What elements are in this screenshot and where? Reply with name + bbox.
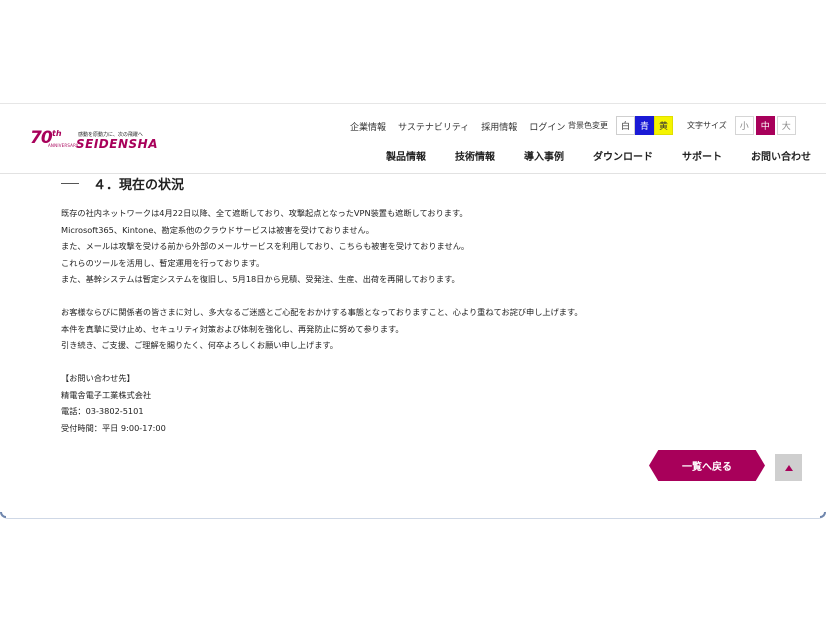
top-link-recruit[interactable]: 採用情報: [481, 120, 517, 133]
contact-phone: 電話：03-3802-5101: [61, 406, 144, 416]
site-header: 70 th ANNIVERSARY 感動を原動力に、次の飛躍へ SEIDENSH…: [0, 104, 826, 174]
contact-info: 【お問い合わせ先】 精電舎電子工業株式会社 電話：03-3802-5101 受付…: [61, 370, 166, 436]
bg-color-blue-button[interactable]: 青: [635, 116, 654, 135]
top-links: 企業情報 サステナビリティ 採用情報 ログイン: [350, 120, 565, 133]
logo-anniversary: ANNIVERSARY: [48, 143, 79, 148]
logo-th: th: [52, 129, 62, 138]
nav-download[interactable]: ダウンロード: [593, 148, 653, 163]
font-size-medium-button[interactable]: 中: [755, 116, 775, 135]
section-title-text: ４．現在の状況: [93, 178, 185, 193]
logo-company-name: SEIDENSHA: [76, 137, 158, 151]
scroll-to-top-button[interactable]: [775, 454, 802, 481]
bg-color-switcher: 背景色変更 白 青 黄: [568, 116, 673, 135]
back-to-list-button[interactable]: 一覧へ戻る: [649, 450, 765, 481]
nav-cases[interactable]: 導入事例: [524, 148, 564, 163]
arrow-up-icon: [784, 464, 793, 471]
top-link-company[interactable]: 企業情報: [350, 120, 386, 133]
section-heading: ４．現在の状況: [61, 174, 184, 193]
window-corner-left: [0, 512, 6, 518]
bg-color-white-button[interactable]: 白: [616, 116, 635, 135]
top-link-sustainability[interactable]: サステナビリティ: [398, 120, 469, 133]
font-size-label: 文字サイズ: [687, 121, 727, 130]
bg-color-label: 背景色変更: [568, 121, 608, 130]
status-line: これらのツールを活用し、暫定運用を行っております。: [61, 257, 265, 268]
apology-line: お客様ならびに関係者の皆さまに対し、多大なるご迷惑とご心配をおかけする事態となっ…: [61, 307, 583, 317]
font-size-switcher: 文字サイズ 小 中 大: [687, 116, 796, 135]
main-nav: 製品情報 技術情報 導入事例 ダウンロード サポート お問い合わせ: [386, 148, 811, 163]
top-link-login[interactable]: ログイン: [529, 120, 565, 133]
nav-technology[interactable]: 技術情報: [455, 148, 495, 163]
heading-rule: [61, 183, 79, 184]
nav-support[interactable]: サポート: [682, 148, 722, 163]
nav-contact[interactable]: お問い合わせ: [751, 148, 811, 163]
bg-color-yellow-button[interactable]: 黄: [654, 116, 673, 135]
contact-hours: 受付時間：平日 9:00-17:00: [61, 422, 166, 433]
contact-company: 精電舎電子工業株式会社: [61, 389, 152, 400]
apology-line: 引き続き、ご支援、ご理解を賜りたく、何卒よろしくお願い申し上げます。: [61, 340, 338, 350]
browser-viewport: 70 th ANNIVERSARY 感動を原動力に、次の飛躍へ SEIDENSH…: [0, 103, 826, 518]
apology-line: 本件を真摯に受け止め、セキュリティ対策および体制を強化し、再発防止に努めて参りま…: [61, 323, 404, 334]
status-line: また、メールは攻撃を受ける前から外部のメールサービスを利用しており、こちらも被害…: [61, 241, 470, 251]
window-corner-right: [820, 512, 826, 518]
apology-paragraph: お客様ならびに関係者の皆さまに対し、多大なるご迷惑とご心配をおかけする事態となっ…: [61, 304, 583, 354]
font-size-small-button[interactable]: 小: [734, 116, 754, 135]
status-line: Microsoft365、Kintone、勘定系他のクラウドサービスは被害を受け…: [61, 224, 374, 235]
status-line: また、基幹システムは暫定システムを復旧し、5月18日から見積、受発注、生産、出荷…: [61, 274, 460, 284]
font-size-large-button[interactable]: 大: [776, 116, 796, 135]
site-logo[interactable]: 70 th ANNIVERSARY 感動を原動力に、次の飛躍へ SEIDENSH…: [30, 128, 180, 152]
status-line: 既存の社内ネットワークは4月22日以降、全て遮断しており、攻撃起点となったVPN…: [61, 208, 468, 218]
status-paragraph: 既存の社内ネットワークは4月22日以降、全て遮断しており、攻撃起点となったVPN…: [61, 205, 469, 288]
contact-heading: 【お問い合わせ先】: [61, 373, 135, 383]
nav-products[interactable]: 製品情報: [386, 148, 426, 163]
